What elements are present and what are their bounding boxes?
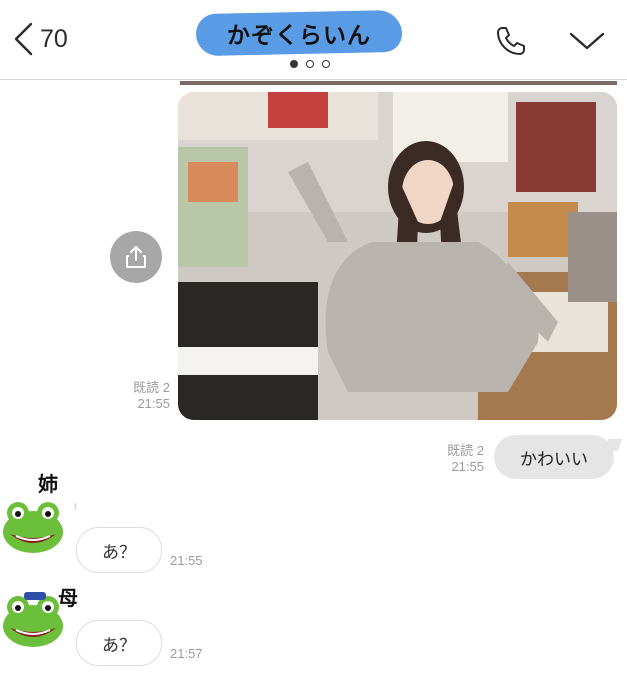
previous-message-edge xyxy=(180,81,617,85)
incoming-time: 21:55 xyxy=(170,553,203,568)
outgoing-message-text: かわいい xyxy=(520,449,588,470)
sender-tag: 姉 xyxy=(38,472,58,496)
page-dot-1 xyxy=(290,60,298,68)
frog-avatar xyxy=(3,592,63,647)
chat-title[interactable]: かぞくらいん xyxy=(195,9,403,57)
photo-image xyxy=(178,92,617,420)
outgoing-time: 21:55 xyxy=(451,459,484,474)
chevron-down-icon[interactable] xyxy=(568,26,606,56)
incoming-message-bubble[interactable]: あ？ xyxy=(76,620,162,666)
page-indicator xyxy=(290,60,330,68)
outgoing-read-status: 既読 2 21:55 xyxy=(420,443,484,475)
outgoing-read-label: 既読 2 xyxy=(447,443,484,458)
page-dot-2 xyxy=(306,60,314,68)
back-chevron-icon xyxy=(14,22,33,56)
incoming-time: 21:57 xyxy=(170,646,203,661)
incoming-message-text: あ？ xyxy=(102,635,136,656)
unread-count: 70 xyxy=(40,24,68,53)
phone-icon[interactable] xyxy=(494,24,528,58)
frog-avatar xyxy=(3,502,63,553)
photo-time: 21:55 xyxy=(137,396,170,411)
photo-read-label: 既読 2 xyxy=(133,380,170,395)
share-icon xyxy=(126,246,146,268)
share-button[interactable] xyxy=(110,231,162,283)
incoming-message-bubble[interactable]: あ？ xyxy=(76,527,162,573)
chat-title-text: かぞくらいん xyxy=(227,23,371,49)
chat-header: 70 かぞくらいん xyxy=(0,0,627,80)
sender-name: l xyxy=(74,503,77,513)
outgoing-message-bubble[interactable]: かわいい xyxy=(494,435,614,479)
page-dot-3 xyxy=(322,60,330,68)
photo-read-status: 既読 2 21:55 xyxy=(112,380,170,412)
incoming-message-text: あ？ xyxy=(102,542,136,563)
sender-tag: 母 xyxy=(58,586,78,610)
avatar[interactable] xyxy=(0,592,66,650)
avatar[interactable] xyxy=(0,498,66,556)
back-button[interactable]: 70 xyxy=(12,22,68,56)
photo-message[interactable] xyxy=(178,92,617,420)
